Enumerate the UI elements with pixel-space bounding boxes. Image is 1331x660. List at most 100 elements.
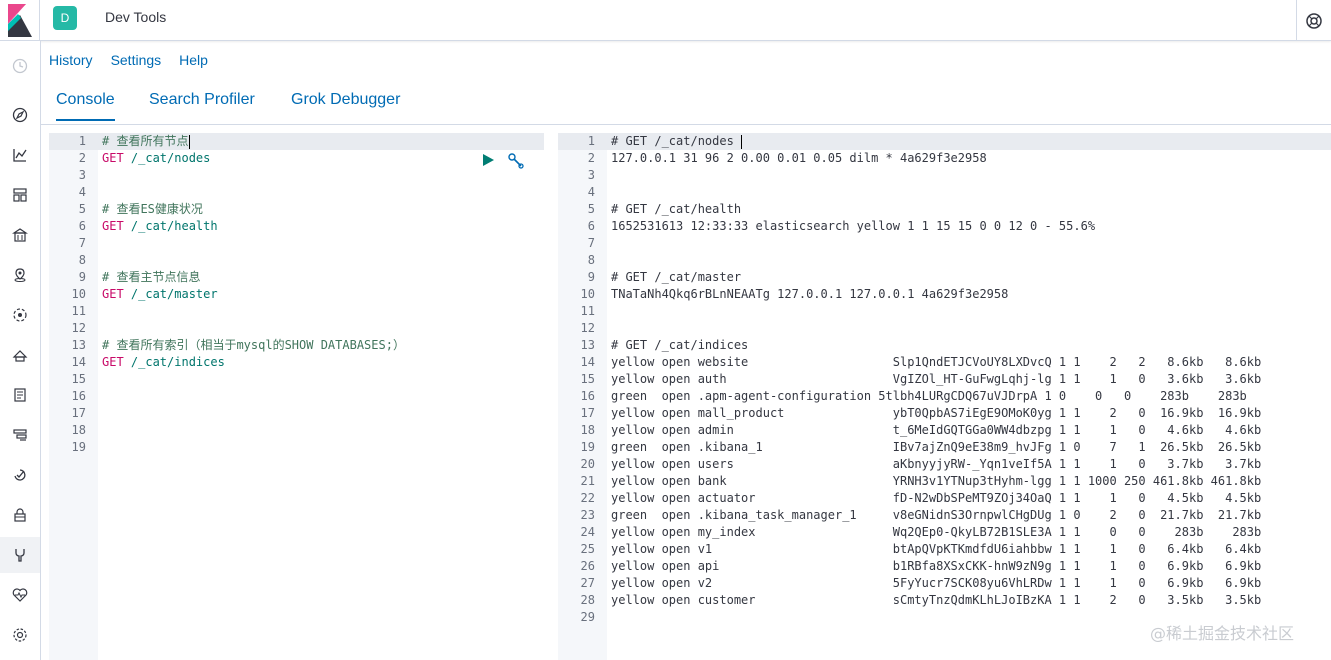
ml-icon[interactable] [0, 297, 40, 333]
editor-line[interactable]: 11 [49, 303, 544, 320]
editor-line[interactable]: 1 # 查看所有节点 [49, 133, 544, 150]
settings-link[interactable]: Settings [111, 52, 162, 68]
dev-tools-menu: History Settings Help [49, 52, 208, 68]
output-line: 10 TNaTaNh4Qkq6rBLnNEAATg 127.0.0.1 127.0… [558, 286, 1331, 303]
line-number: 14 [580, 355, 595, 369]
output-line-text: yellow open v1 btApQVpKTKmdfdU6iahbbw 1 … [611, 542, 1262, 556]
line-number: 9 [78, 270, 86, 284]
line-number: 23 [580, 508, 595, 522]
output-line-text: green open .kibana_task_manager_1 v8eGNi… [611, 508, 1262, 522]
visualize-icon[interactable] [0, 137, 40, 173]
editor-line[interactable]: 2 GET /_cat/nodes [49, 150, 544, 167]
line-number: 3 [587, 168, 595, 182]
monitoring-icon[interactable] [0, 577, 40, 613]
dashboard-icon[interactable] [0, 177, 40, 213]
page-title: Dev Tools [105, 9, 167, 25]
editor-line[interactable]: 14 GET /_cat/indices [49, 354, 544, 371]
line-number: 13 [71, 338, 86, 352]
editor-line[interactable]: 5 # 查看ES健康状况 [49, 201, 544, 218]
output-line: 20 yellow open users aKbnyyjyRW-_Yqn1veIf… [558, 456, 1331, 473]
editor-line-text: # 查看主节点信息 [102, 269, 200, 286]
editor-line[interactable]: 19 [49, 439, 544, 456]
logs-icon[interactable] [0, 377, 40, 413]
line-number: 20 [580, 457, 595, 471]
editor-line-text: GET /_cat/master [102, 286, 218, 303]
output-line-text: yellow open api b1RBfa8XSxCKK-hnW9zN9g 1… [611, 559, 1262, 573]
output-line-text: # GET /_cat/nodes [611, 134, 734, 148]
clock-icon[interactable] [0, 48, 40, 84]
output-line: 15 yellow open auth VgIZOl_HT-GuFwgLqhj-l… [558, 371, 1331, 388]
tab-search-profiler[interactable]: Search Profiler [149, 91, 255, 119]
gear-icon[interactable] [0, 617, 40, 653]
editor-line-text: # 查看所有索引（相当于mysql的SHOW DATABASES;） [102, 337, 405, 354]
output-line: 19 green open .kibana_1 IBv7ajZnQ9eE38m9_… [558, 439, 1331, 456]
output-line-text: yellow open actuator fD-N2wDbSPeMT9ZOj34… [611, 491, 1262, 505]
line-number: 17 [580, 406, 595, 420]
siem-icon[interactable] [0, 497, 40, 533]
line-number: 18 [580, 423, 595, 437]
request-path: /_cat/nodes [130, 151, 211, 165]
output-line-text: yellow open customer sCmtyTnzQdmKLhLJoIB… [611, 593, 1262, 607]
tab-console[interactable]: Console [56, 91, 115, 121]
request-path: /_cat/master [130, 287, 218, 301]
uptime-icon[interactable] [0, 457, 40, 493]
output-line: 22 yellow open actuator fD-N2wDbSPeMT9ZOj… [558, 490, 1331, 507]
tab-grok-debugger[interactable]: Grok Debugger [291, 91, 400, 119]
editor-line[interactable]: 9 # 查看主节点信息 [49, 269, 544, 286]
editor-line[interactable]: 15 [49, 371, 544, 388]
line-number: 1 [78, 134, 86, 148]
space-avatar[interactable]: D [53, 6, 77, 30]
line-number: 10 [71, 287, 86, 301]
editor-line[interactable]: 10 GET /_cat/master [49, 286, 544, 303]
output-line: 11 [558, 303, 1331, 320]
line-number: 14 [71, 355, 86, 369]
apm-icon[interactable] [0, 417, 40, 453]
history-link[interactable]: History [49, 52, 93, 68]
line-number: 16 [71, 389, 86, 403]
editor-line[interactable]: 17 [49, 405, 544, 422]
output-line: 13 # GET /_cat/indices [558, 337, 1331, 354]
editor-line[interactable]: 4 [49, 184, 544, 201]
wrench-icon[interactable] [507, 152, 525, 170]
line-number: 28 [580, 593, 595, 607]
editor-line[interactable]: 13 # 查看所有索引（相当于mysql的SHOW DATABASES;） [49, 337, 544, 354]
editor-line[interactable]: 3 [49, 167, 544, 184]
output-line-text: 1652531613 12:33:33 elasticsearch yellow… [611, 219, 1096, 233]
line-number: 25 [580, 542, 595, 556]
line-number: 19 [71, 440, 86, 454]
line-number: 11 [71, 304, 86, 318]
kibana-logo[interactable] [0, 0, 40, 41]
dev-tools-icon[interactable] [0, 537, 40, 573]
output-line: 21 yellow open bank YRNH3v1YTNup3tHyhm-lg… [558, 473, 1331, 490]
output-line-text: yellow open auth VgIZOl_HT-GuFwgLqhj-lg … [611, 372, 1262, 386]
editor-line[interactable]: 6 GET /_cat/health [49, 218, 544, 235]
request-path: /_cat/indices [130, 355, 225, 369]
output-line: 8 [558, 252, 1331, 269]
editor-line[interactable]: 7 [49, 235, 544, 252]
maps-icon[interactable] [0, 257, 40, 293]
editor-line[interactable]: 8 [49, 252, 544, 269]
send-request-button[interactable] [480, 152, 496, 168]
output-line: 25 yellow open v1 btApQVpKTKmdfdU6iahbbw … [558, 541, 1331, 558]
editor-line[interactable]: 12 [49, 320, 544, 337]
pane-resizer[interactable] [544, 133, 558, 660]
editor-line[interactable]: 16 [49, 388, 544, 405]
editor-line[interactable]: 18 [49, 422, 544, 439]
output-line-text: 127.0.0.1 31 96 2 0.00 0.01 0.05 dilm * … [611, 151, 987, 165]
line-number: 10 [580, 287, 595, 301]
output-line-text: TNaTaNh4Qkq6rBLnNEAATg 127.0.0.1 127.0.0… [611, 287, 1009, 301]
output-line: 14 yellow open website Slp1QndETJCVoUY8LX… [558, 354, 1331, 371]
help-link[interactable]: Help [179, 52, 208, 68]
output-line: 1 # GET /_cat/nodes [558, 133, 1331, 150]
discover-icon[interactable] [0, 97, 40, 133]
line-number: 11 [580, 304, 595, 318]
request-editor[interactable]: 1 # 查看所有节点 2 GET /_cat/nodes 3 4 5 # 查看ES健康状况 6 G… [49, 133, 544, 660]
help-icon[interactable] [1296, 0, 1331, 41]
response-output[interactable]: 1 # GET /_cat/nodes 2 127.0.0.1 31 96 2 0.0… [558, 133, 1331, 660]
line-number: 2 [587, 151, 595, 165]
output-line: 16 green open .apm-agent-configuration 5t… [558, 388, 1331, 405]
output-line: 5 # GET /_cat/health [558, 201, 1331, 218]
output-line: 7 [558, 235, 1331, 252]
canvas-icon[interactable] [0, 217, 40, 253]
infrastructure-icon[interactable] [0, 337, 40, 373]
